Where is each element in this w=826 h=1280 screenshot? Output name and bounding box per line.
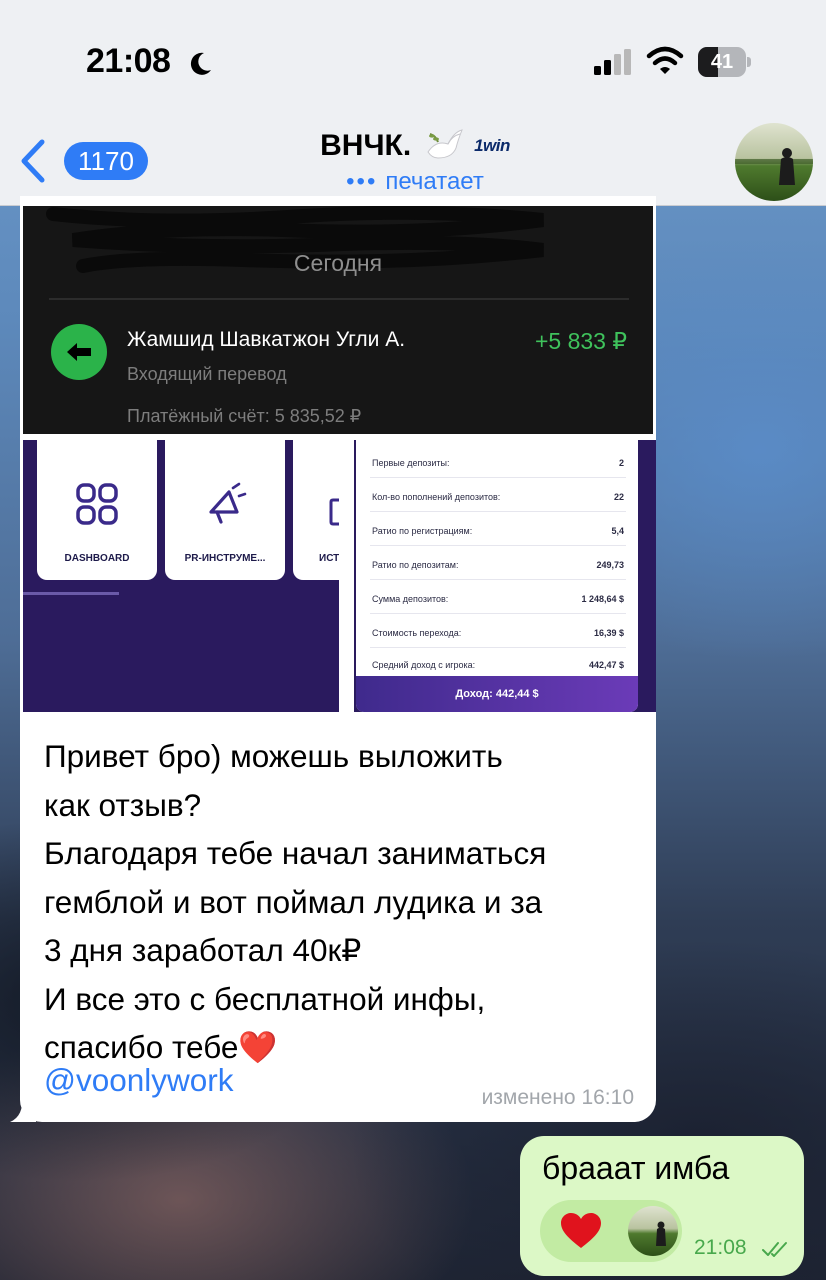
date-section-label: Сегодня: [293, 250, 383, 276]
payer-name: Жамшид Шавкатжон Угли А.: [127, 328, 406, 351]
dashboard-scroll-indicator: [23, 592, 119, 595]
mention-link[interactable]: @voonlywork: [44, 1062, 234, 1099]
chat-header: 21:08 41 1170 ВНЧК. 1win ••• печатает: [0, 0, 826, 206]
dashboard-card: DASHBOARD: [37, 440, 157, 580]
incoming-message-bubble[interactable]: Сегодня Жамшид Шавкатжон Угли А. +5 833 …: [20, 196, 656, 1122]
read-check-icon: [762, 1242, 787, 1257]
stats-row: Ратио по регистрациям: 5,4: [370, 512, 626, 546]
bank-transfer-screenshot[interactable]: Сегодня Жамшид Шавкатжон Угли А. +5 833 …: [23, 206, 653, 434]
wifi-icon: [646, 46, 684, 74]
heart-icon: [561, 1213, 601, 1248]
stats-value: 2: [618, 458, 624, 468]
incoming-message-text: Привет бро) можешь выложить как отзыв? Б…: [44, 738, 547, 1065]
stats-label: Сумма депозитов:: [372, 594, 449, 604]
stats-value: 249,73: [596, 560, 624, 570]
outgoing-message-text: брааат имба: [542, 1150, 730, 1186]
chat-title-area[interactable]: ВНЧК. 1win: [250, 126, 580, 166]
stats-label: Средний доход с игрока:: [372, 660, 476, 670]
stats-row: Первые депозиты: 2: [370, 444, 626, 478]
stats-label: Ратио по регистрациям:: [372, 526, 473, 536]
signal-icon: [594, 49, 631, 75]
outgoing-message-bubble[interactable]: брааат имба 21:08: [520, 1136, 804, 1276]
history-card-label: ИСТ: [319, 553, 339, 564]
unread-count-badge: 1170: [64, 142, 148, 180]
incoming-transfer-icon: [51, 324, 107, 380]
stats-label: Первые депозиты:: [372, 458, 450, 468]
back-button[interactable]: 1170: [14, 136, 148, 186]
battery-level: 41: [710, 51, 734, 73]
stats-row: Средний доход с игрока: 442,47 $: [370, 646, 626, 680]
megaphone-icon: [209, 482, 247, 524]
bracket-icon: [329, 498, 339, 526]
transfer-amount: +5 833 ₽: [534, 328, 627, 354]
dove-icon: [427, 129, 463, 159]
stats-value: 22: [613, 492, 624, 502]
stats-value: 442,47 $: [588, 660, 624, 670]
account-balance: Платёжный счёт: 5 835,52 ₽: [127, 406, 362, 426]
stats-row: Сумма депозитов: 1 248,64 $: [370, 580, 626, 614]
stats-value: 16,39 $: [593, 628, 624, 638]
bank-divider: [49, 298, 629, 300]
stats-label: Стоимость перехода:: [372, 628, 462, 638]
chat-title: ВНЧК.: [320, 129, 412, 162]
typing-status: ••• печатает: [250, 168, 580, 196]
stats-value: 5,4: [611, 526, 624, 536]
stats-row: Кол-во пополнений депозитов: 22: [370, 478, 626, 512]
stats-row: Стоимость перехода: 16,39 $: [370, 614, 626, 648]
back-chevron-icon: [21, 139, 45, 183]
stats-screenshot[interactable]: Первые депозиты: 2 Кол-во пополнений деп…: [354, 440, 656, 712]
pr-tools-card-label: PR-ИНСТРУМЕ...: [184, 553, 266, 564]
stats-panel: Первые депозиты: 2 Кол-во пополнений деп…: [356, 440, 638, 712]
message-edited-meta: изменено 16:10: [481, 1086, 634, 1109]
typing-dots: •••: [346, 168, 378, 195]
stats-row: Ратио по депозитам: 249,73: [370, 546, 626, 580]
dashboard-card-label: DASHBOARD: [64, 553, 130, 564]
grid-icon: [76, 483, 118, 525]
reaction-avatar: [628, 1206, 678, 1256]
stats-value: 1 248,64 $: [581, 594, 624, 604]
history-card: ИСТ: [293, 440, 339, 580]
stats-label: Кол-во пополнений депозитов:: [372, 492, 501, 502]
stats-label: Ратио по депозитам:: [372, 560, 459, 570]
reaction-chip[interactable]: [540, 1200, 682, 1262]
dashboard-screenshot[interactable]: DASHBOARD PR-ИНСТРУМЕ... ИСТ: [23, 440, 339, 712]
pr-tools-card: PR-ИНСТРУМЕ...: [165, 440, 285, 580]
chat-avatar[interactable]: [735, 123, 813, 201]
stats-income-footer: Доход: 442,44 $: [356, 676, 638, 712]
outgoing-message-time: 21:08: [694, 1236, 747, 1259]
battery-indicator: 41: [698, 47, 751, 77]
onewin-logo: 1win: [474, 136, 510, 155]
status-time: 21:08: [86, 42, 171, 80]
moon-icon: [190, 52, 211, 75]
transfer-type: Входящий перевод: [127, 364, 287, 384]
typing-status-text: печатает: [385, 168, 484, 195]
